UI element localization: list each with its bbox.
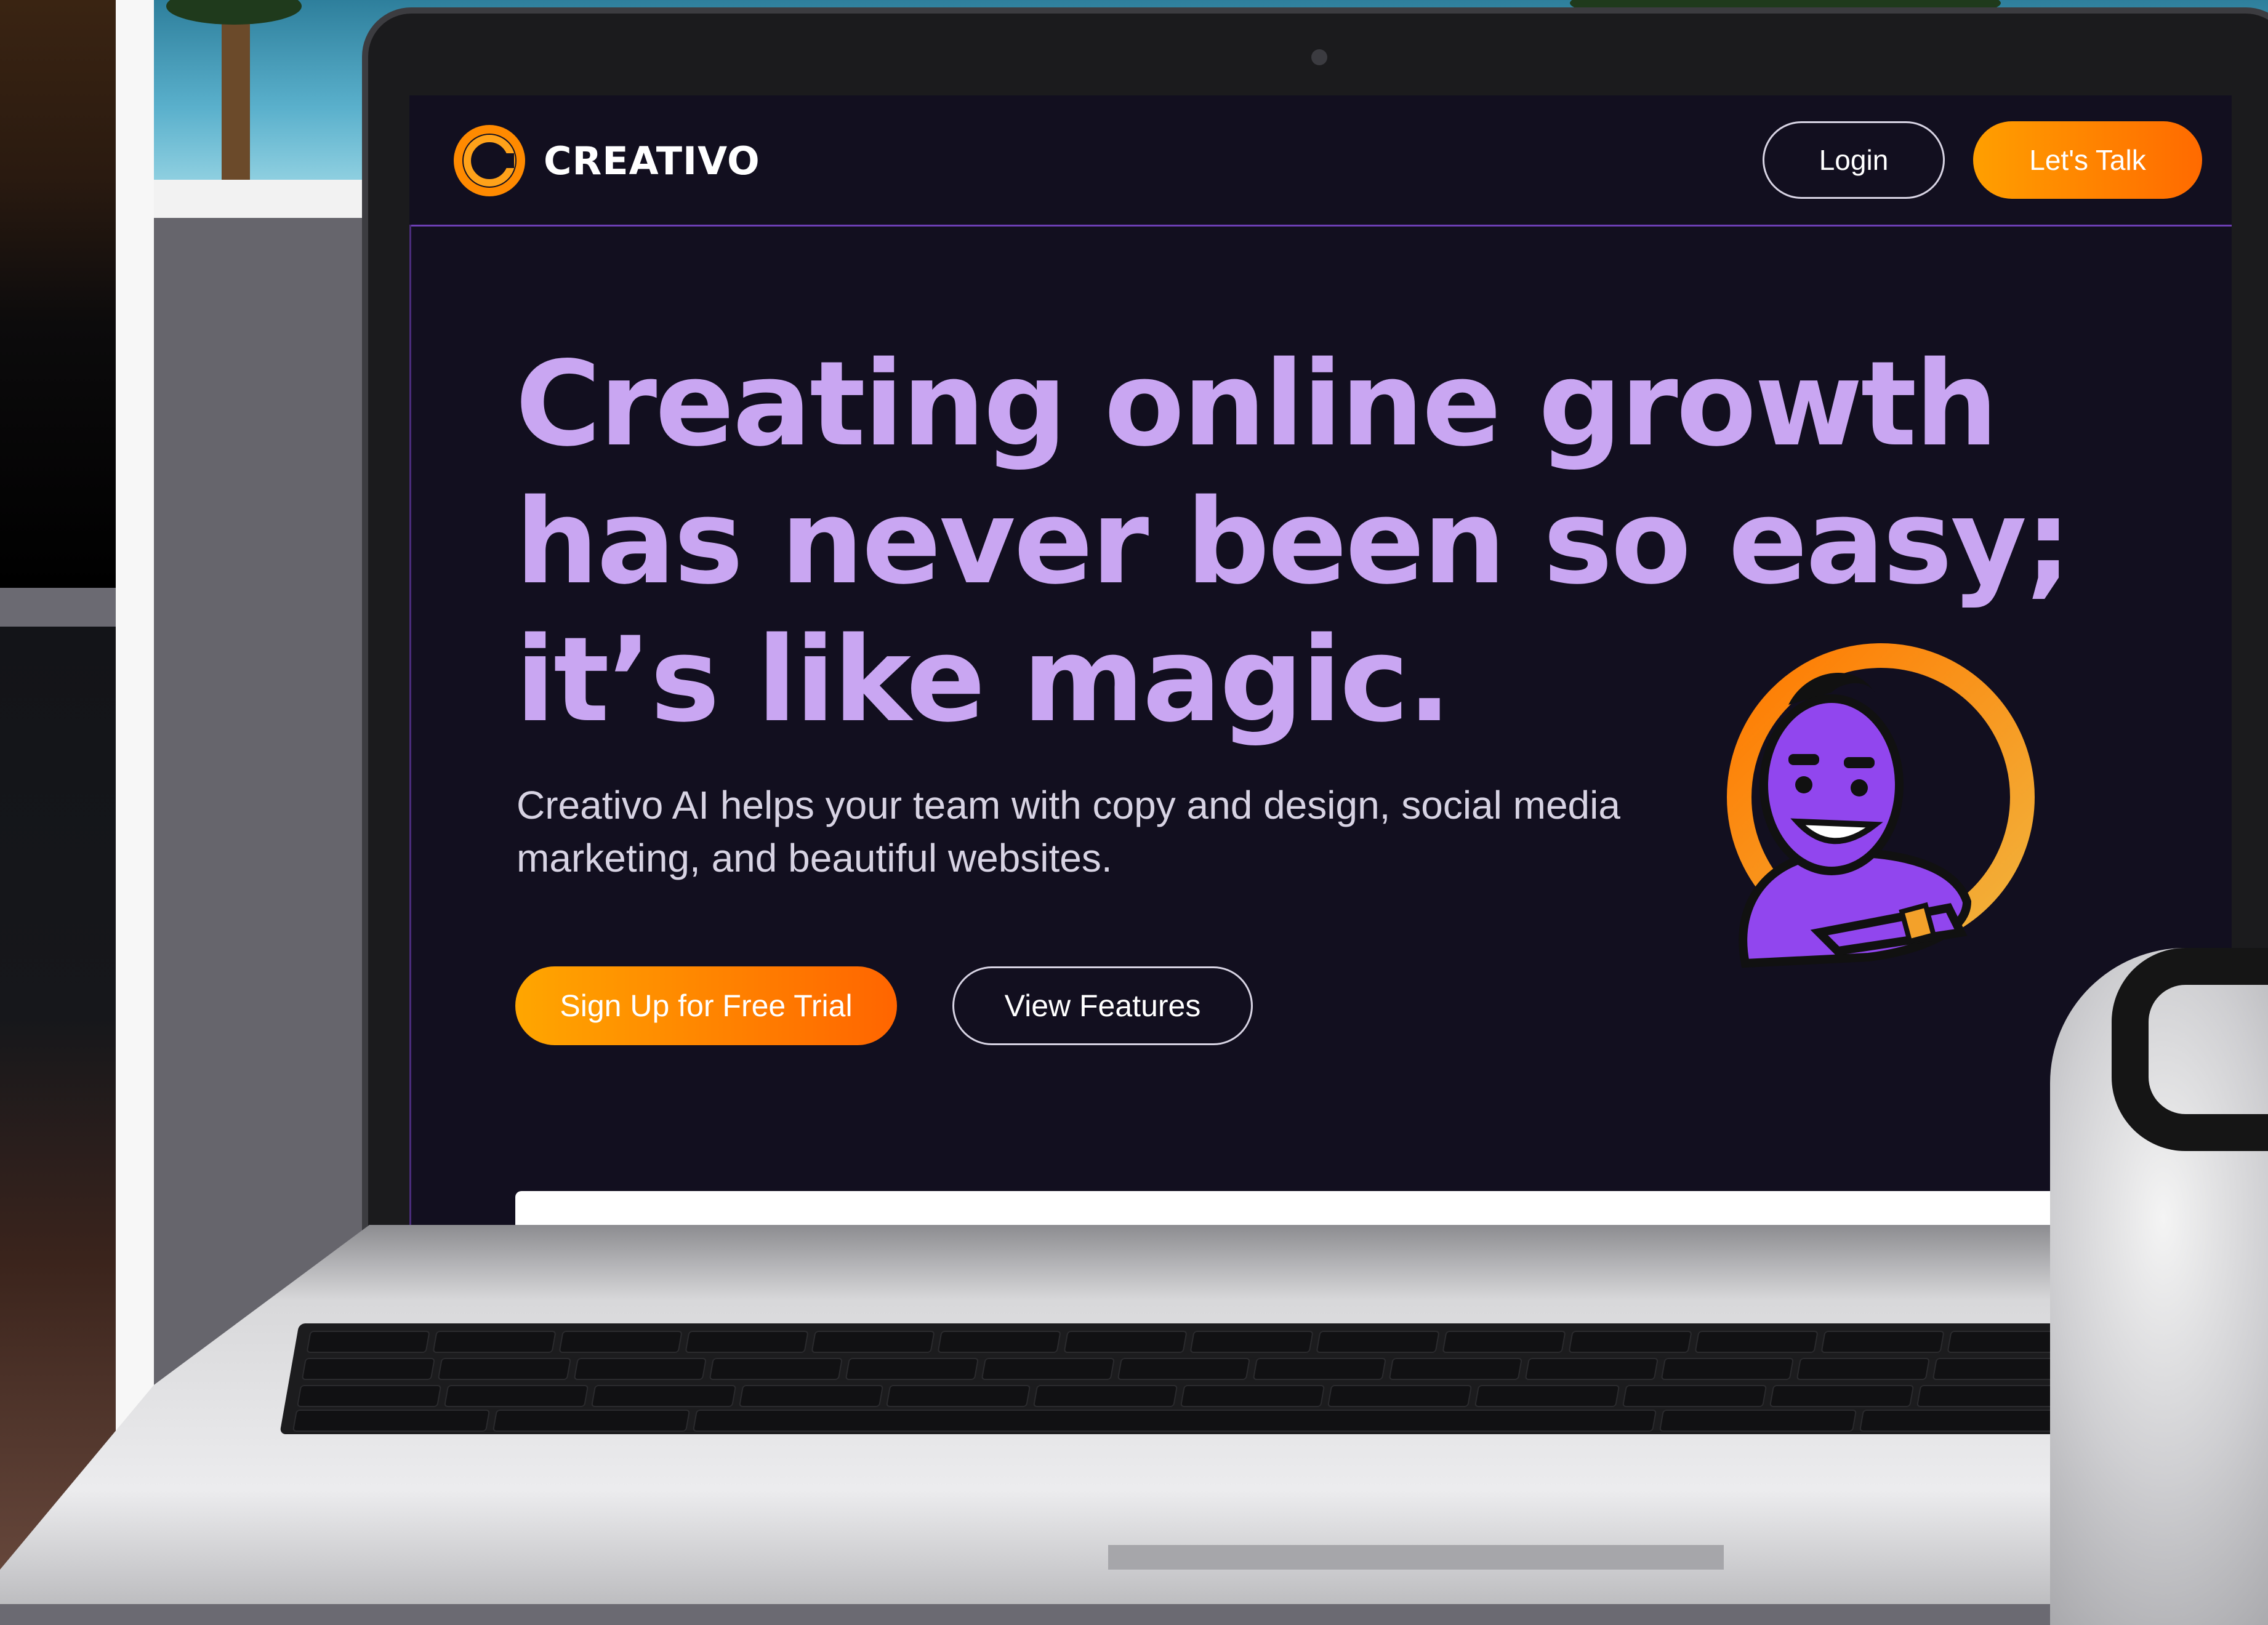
laptop-keyboard <box>279 1323 2085 1434</box>
signup-button[interactable]: Sign Up for Free Trial <box>515 966 897 1045</box>
lets-talk-button[interactable]: Let's Talk <box>1973 121 2202 199</box>
brand-logo[interactable]: CREATIVO <box>451 122 760 199</box>
brand-name: CREATIVO <box>544 138 760 183</box>
webcam-icon <box>1311 49 1327 65</box>
creativo-logo-icon <box>454 125 525 196</box>
kettle-handle <box>2112 948 2268 1151</box>
laptop-screen: CREATIVO Login Let's Talk Creating onlin… <box>409 95 2232 1233</box>
view-features-button[interactable]: View Features <box>952 966 1253 1045</box>
left-border <box>409 225 411 1233</box>
site-header: CREATIVO Login Let's Talk <box>409 95 2232 227</box>
login-button[interactable]: Login <box>1763 121 1945 199</box>
hero-subtext: Creativo AI helps your team with copy an… <box>517 783 1620 880</box>
genie-mascot-icon <box>1727 643 2035 968</box>
background-photo-left-top <box>0 0 116 588</box>
